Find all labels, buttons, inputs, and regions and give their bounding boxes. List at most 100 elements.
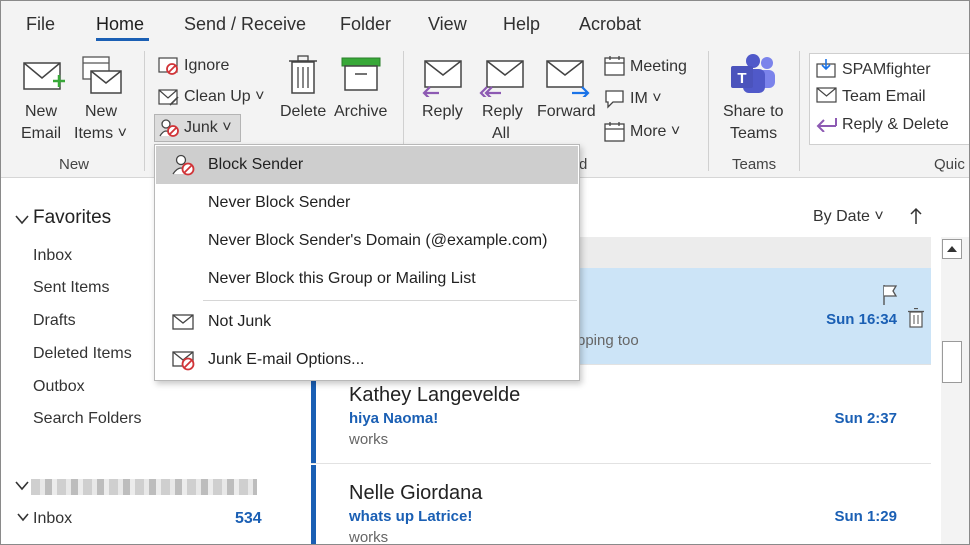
folder-search-folders[interactable]: Search Folders [33, 410, 142, 428]
quick-step-spamfighter-label: SPAMfighter [842, 61, 931, 78]
menu-item-not-junk[interactable]: Not Junk [156, 303, 578, 341]
message-row[interactable]: Kathey Langevelde hiya Naoma! works Sun … [311, 367, 931, 464]
new-items-icon [82, 56, 122, 94]
share-to-teams-label-1: Share to [723, 103, 784, 120]
unread-indicator [311, 367, 316, 463]
message-time: Sun 2:37 [834, 410, 897, 427]
folder-sent-items[interactable]: Sent Items [33, 279, 109, 297]
sort-direction-arrow-icon[interactable] [909, 207, 923, 225]
menu-item-label: Not Junk [208, 313, 272, 330]
folder-inbox[interactable]: Inbox [33, 247, 72, 265]
forward-icon [546, 60, 590, 97]
menu-item-label: Never Block this Group or Mailing List [208, 270, 476, 287]
menu-item-block-sender[interactable]: Block Sender [156, 146, 578, 184]
meeting-label: Meeting [630, 58, 687, 75]
outlook-window: File Home Send / Receive Folder View Hel… [0, 0, 970, 545]
account-name-redacted[interactable] [31, 479, 257, 495]
envelope-icon [816, 87, 837, 103]
tab-send-receive[interactable]: Send / Receive [184, 14, 306, 35]
reply-all-icon [479, 60, 524, 97]
reply-label: Reply [422, 103, 463, 120]
menu-tabs: File Home Send / Receive Folder View Hel… [1, 1, 969, 45]
account-inbox[interactable]: Inbox [33, 510, 72, 528]
message-preview: pping too [577, 332, 639, 349]
quick-step-reply-delete-label: Reply & Delete [842, 116, 949, 133]
reply-arrow-icon [816, 118, 837, 132]
triangle-up-icon [947, 246, 957, 252]
message-subject: whats up Latrice! [349, 508, 473, 525]
trash-icon[interactable] [908, 308, 924, 328]
chevron-down-icon[interactable] [17, 513, 29, 523]
menu-item-label: Never Block Sender [208, 194, 351, 211]
junk-options-icon [172, 351, 195, 371]
new-items-label-1: New [85, 103, 118, 120]
message-preview: works [349, 431, 389, 448]
sort-by-date-dropdown[interactable]: By Date ˅ [813, 208, 884, 226]
svg-text:T: T [737, 70, 746, 87]
tab-home[interactable]: Home [96, 14, 144, 35]
chat-bubble-icon [605, 90, 624, 109]
folder-outbox[interactable]: Outbox [33, 378, 85, 396]
message-sender: Nelle Giordana [349, 482, 483, 504]
unread-count-badge: 534 [235, 510, 262, 527]
group-teams-label: Teams [732, 156, 777, 173]
teams-icon: T [731, 54, 775, 93]
menu-item-label: Junk E-mail Options... [208, 351, 365, 368]
folder-drafts[interactable]: Drafts [33, 312, 76, 330]
tab-help[interactable]: Help [503, 14, 540, 35]
junk-label: Junk ˅ [184, 119, 232, 136]
message-time: Sun 1:29 [834, 508, 897, 525]
flag-icon[interactable] [881, 284, 899, 306]
forward-label: Forward [537, 103, 596, 120]
envelope-icon [172, 314, 194, 330]
favorites-heading[interactable]: Favorites [33, 207, 111, 229]
junk-icon [159, 119, 179, 137]
scroll-up-button[interactable] [942, 239, 962, 259]
menu-item-never-block-sender[interactable]: Never Block Sender [156, 184, 578, 222]
reply-icon [422, 60, 462, 97]
reply-all-label-1: Reply [482, 103, 523, 120]
message-sender: Kathey Langevelde [349, 384, 521, 406]
tab-folder[interactable]: Folder [340, 14, 391, 35]
ribbon-separator [708, 51, 709, 171]
more-icon [604, 122, 625, 142]
ignore-label: Ignore [184, 57, 230, 74]
calendar-icon [604, 56, 625, 76]
scroll-thumb[interactable] [942, 341, 962, 383]
message-subject: hiya Naoma! [349, 410, 439, 427]
ribbon-separator [799, 51, 800, 171]
spamfighter-icon [816, 59, 836, 78]
junk-button[interactable]: Junk ˅ [154, 114, 241, 142]
chevron-down-icon[interactable] [15, 215, 29, 225]
menu-item-label: Block Sender [208, 156, 304, 173]
menu-item-never-block-group[interactable]: Never Block this Group or Mailing List [156, 260, 578, 298]
group-quick-steps-label: Quic [934, 156, 965, 173]
active-tab-indicator [96, 38, 149, 41]
delete-label: Delete [280, 103, 327, 120]
new-email-label-1: New [25, 103, 58, 120]
message-row[interactable]: Nelle Giordana whats up Latrice! works S… [311, 465, 931, 545]
tab-acrobat[interactable]: Acrobat [579, 14, 641, 35]
menu-item-never-block-domain[interactable]: Never Block Sender's Domain (@example.co… [156, 222, 578, 260]
new-email-icon [23, 62, 65, 90]
chevron-down-icon[interactable] [15, 481, 29, 491]
clean-up-label: Clean Up ˅ [184, 88, 265, 105]
folder-deleted-items[interactable]: Deleted Items [33, 345, 132, 363]
list-scrollbar[interactable] [941, 237, 969, 544]
menu-item-junk-options[interactable]: Junk E-mail Options... [156, 341, 578, 379]
more-label: More ˅ [630, 123, 681, 140]
archive-label: Archive [334, 103, 388, 120]
block-sender-icon [172, 154, 195, 176]
group-respond-label: d [579, 156, 588, 173]
menu-separator [203, 300, 577, 301]
unread-indicator [311, 465, 316, 544]
share-to-teams-label-2: Teams [730, 125, 778, 142]
quick-steps-gallery: SPAMfighter Team Email Reply & Delete [809, 53, 969, 145]
group-new-label: New [59, 156, 90, 173]
message-preview: works [349, 529, 389, 545]
tab-file[interactable]: File [26, 14, 55, 35]
message-time: Sun 16:34 [826, 311, 897, 328]
tab-view[interactable]: View [428, 14, 467, 35]
clean-up-icon [158, 89, 179, 106]
junk-dropdown-menu: Block Sender Never Block Sender Never Bl… [154, 144, 580, 381]
